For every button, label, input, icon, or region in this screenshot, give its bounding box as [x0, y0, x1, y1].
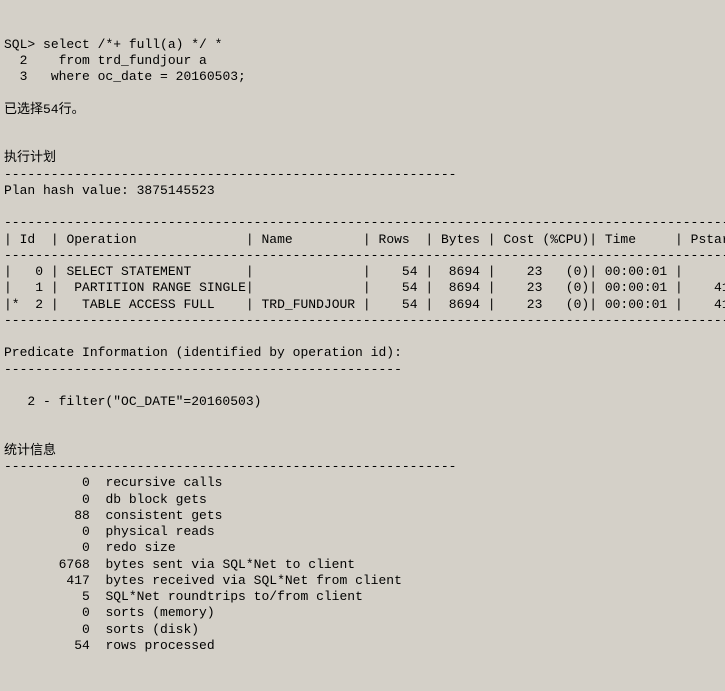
stat-value: 0: [82, 492, 90, 507]
plan-row-rows: 54: [402, 280, 418, 295]
plan-row-time: 00:00:01: [605, 280, 667, 295]
stat-value: 0: [82, 524, 90, 539]
plan-row-id: 0: [35, 264, 43, 279]
plan-row-id: 2: [35, 297, 43, 312]
plan-row-cpu: (0): [566, 264, 589, 279]
sql-line-1: select /*+ full(a) */ *: [43, 37, 222, 52]
stat-value: 54: [74, 638, 90, 653]
separator: ----------------------------------------…: [4, 167, 456, 182]
sql-linenum-2: 2: [4, 53, 43, 68]
col-name: Name: [261, 232, 292, 247]
stat-value: 0: [82, 475, 90, 490]
col-rows: Rows: [379, 232, 410, 247]
plan-row-op: PARTITION RANGE SINGLE: [74, 280, 246, 295]
stat-value: 6768: [59, 557, 90, 572]
sql-linenum-3: 3: [4, 69, 43, 84]
stat-label: physical reads: [105, 524, 214, 539]
stat-label: bytes received via SQL*Net from client: [105, 573, 401, 588]
stat-value: 417: [66, 573, 89, 588]
plan-row-cost: 23: [527, 297, 543, 312]
plan-hash-value: Plan hash value: 3875145523: [4, 183, 215, 198]
stat-label: rows processed: [105, 638, 214, 653]
predicate-filter: 2 - filter("OC_DATE"=20160503): [4, 394, 261, 409]
plan-row-bytes: 8694: [449, 264, 480, 279]
plan-row-cpu: (0): [566, 280, 589, 295]
plan-row-rows: 54: [402, 297, 418, 312]
separator: ----------------------------------------…: [4, 248, 725, 263]
stat-label: sorts (disk): [105, 622, 199, 637]
stat-label: SQL*Net roundtrips to/from client: [105, 589, 362, 604]
execution-plan-header: 执行计划: [4, 150, 56, 165]
plan-row-bytes: 8694: [449, 297, 480, 312]
stat-value: 5: [82, 589, 90, 604]
predicate-info-header: Predicate Information (identified by ope…: [4, 345, 402, 360]
plan-row-op: SELECT STATEMENT: [66, 264, 191, 279]
rows-selected-message: 已选择54行。: [4, 102, 85, 117]
col-operation: Operation: [66, 232, 136, 247]
sql-line-2: from trd_fundjour a: [43, 53, 207, 68]
separator: ----------------------------------------…: [4, 362, 402, 377]
plan-row-time: 00:00:01: [605, 297, 667, 312]
plan-row-op: TABLE ACCESS FULL: [82, 297, 215, 312]
stat-label: recursive calls: [105, 475, 222, 490]
plan-row-cpu: (0): [566, 297, 589, 312]
separator: ----------------------------------------…: [4, 215, 725, 230]
col-id: Id: [20, 232, 36, 247]
sql-line-3: where oc_date = 20160503;: [43, 69, 246, 84]
plan-row-bytes: 8694: [449, 280, 480, 295]
separator: ----------------------------------------…: [4, 459, 456, 474]
stat-value: 0: [82, 605, 90, 620]
stat-label: redo size: [105, 540, 175, 555]
col-time: Time: [605, 232, 636, 247]
plan-row-pstart: 41: [714, 280, 725, 295]
plan-row-time: 00:00:01: [605, 264, 667, 279]
col-cost: Cost (%CPU): [503, 232, 589, 247]
stat-label: db block gets: [105, 492, 206, 507]
stat-label: sorts (memory): [105, 605, 214, 620]
plan-row-cost: 23: [527, 264, 543, 279]
stat-value: 88: [74, 508, 90, 523]
stat-value: 0: [82, 622, 90, 637]
stat-label: bytes sent via SQL*Net to client: [105, 557, 355, 572]
plan-row-pstart: 41: [714, 297, 725, 312]
plan-row-id: 1: [35, 280, 43, 295]
statistics-header: 统计信息: [4, 443, 56, 458]
plan-row-name: TRD_FUNDJOUR: [261, 297, 355, 312]
separator: ----------------------------------------…: [4, 313, 725, 328]
plan-row-cost: 23: [527, 280, 543, 295]
stat-label: consistent gets: [105, 508, 222, 523]
plan-row-rows: 54: [402, 264, 418, 279]
col-bytes: Bytes: [441, 232, 480, 247]
sql-prompt: SQL>: [4, 37, 35, 52]
stat-value: 0: [82, 540, 90, 555]
col-pstart: Pstart: [691, 232, 725, 247]
